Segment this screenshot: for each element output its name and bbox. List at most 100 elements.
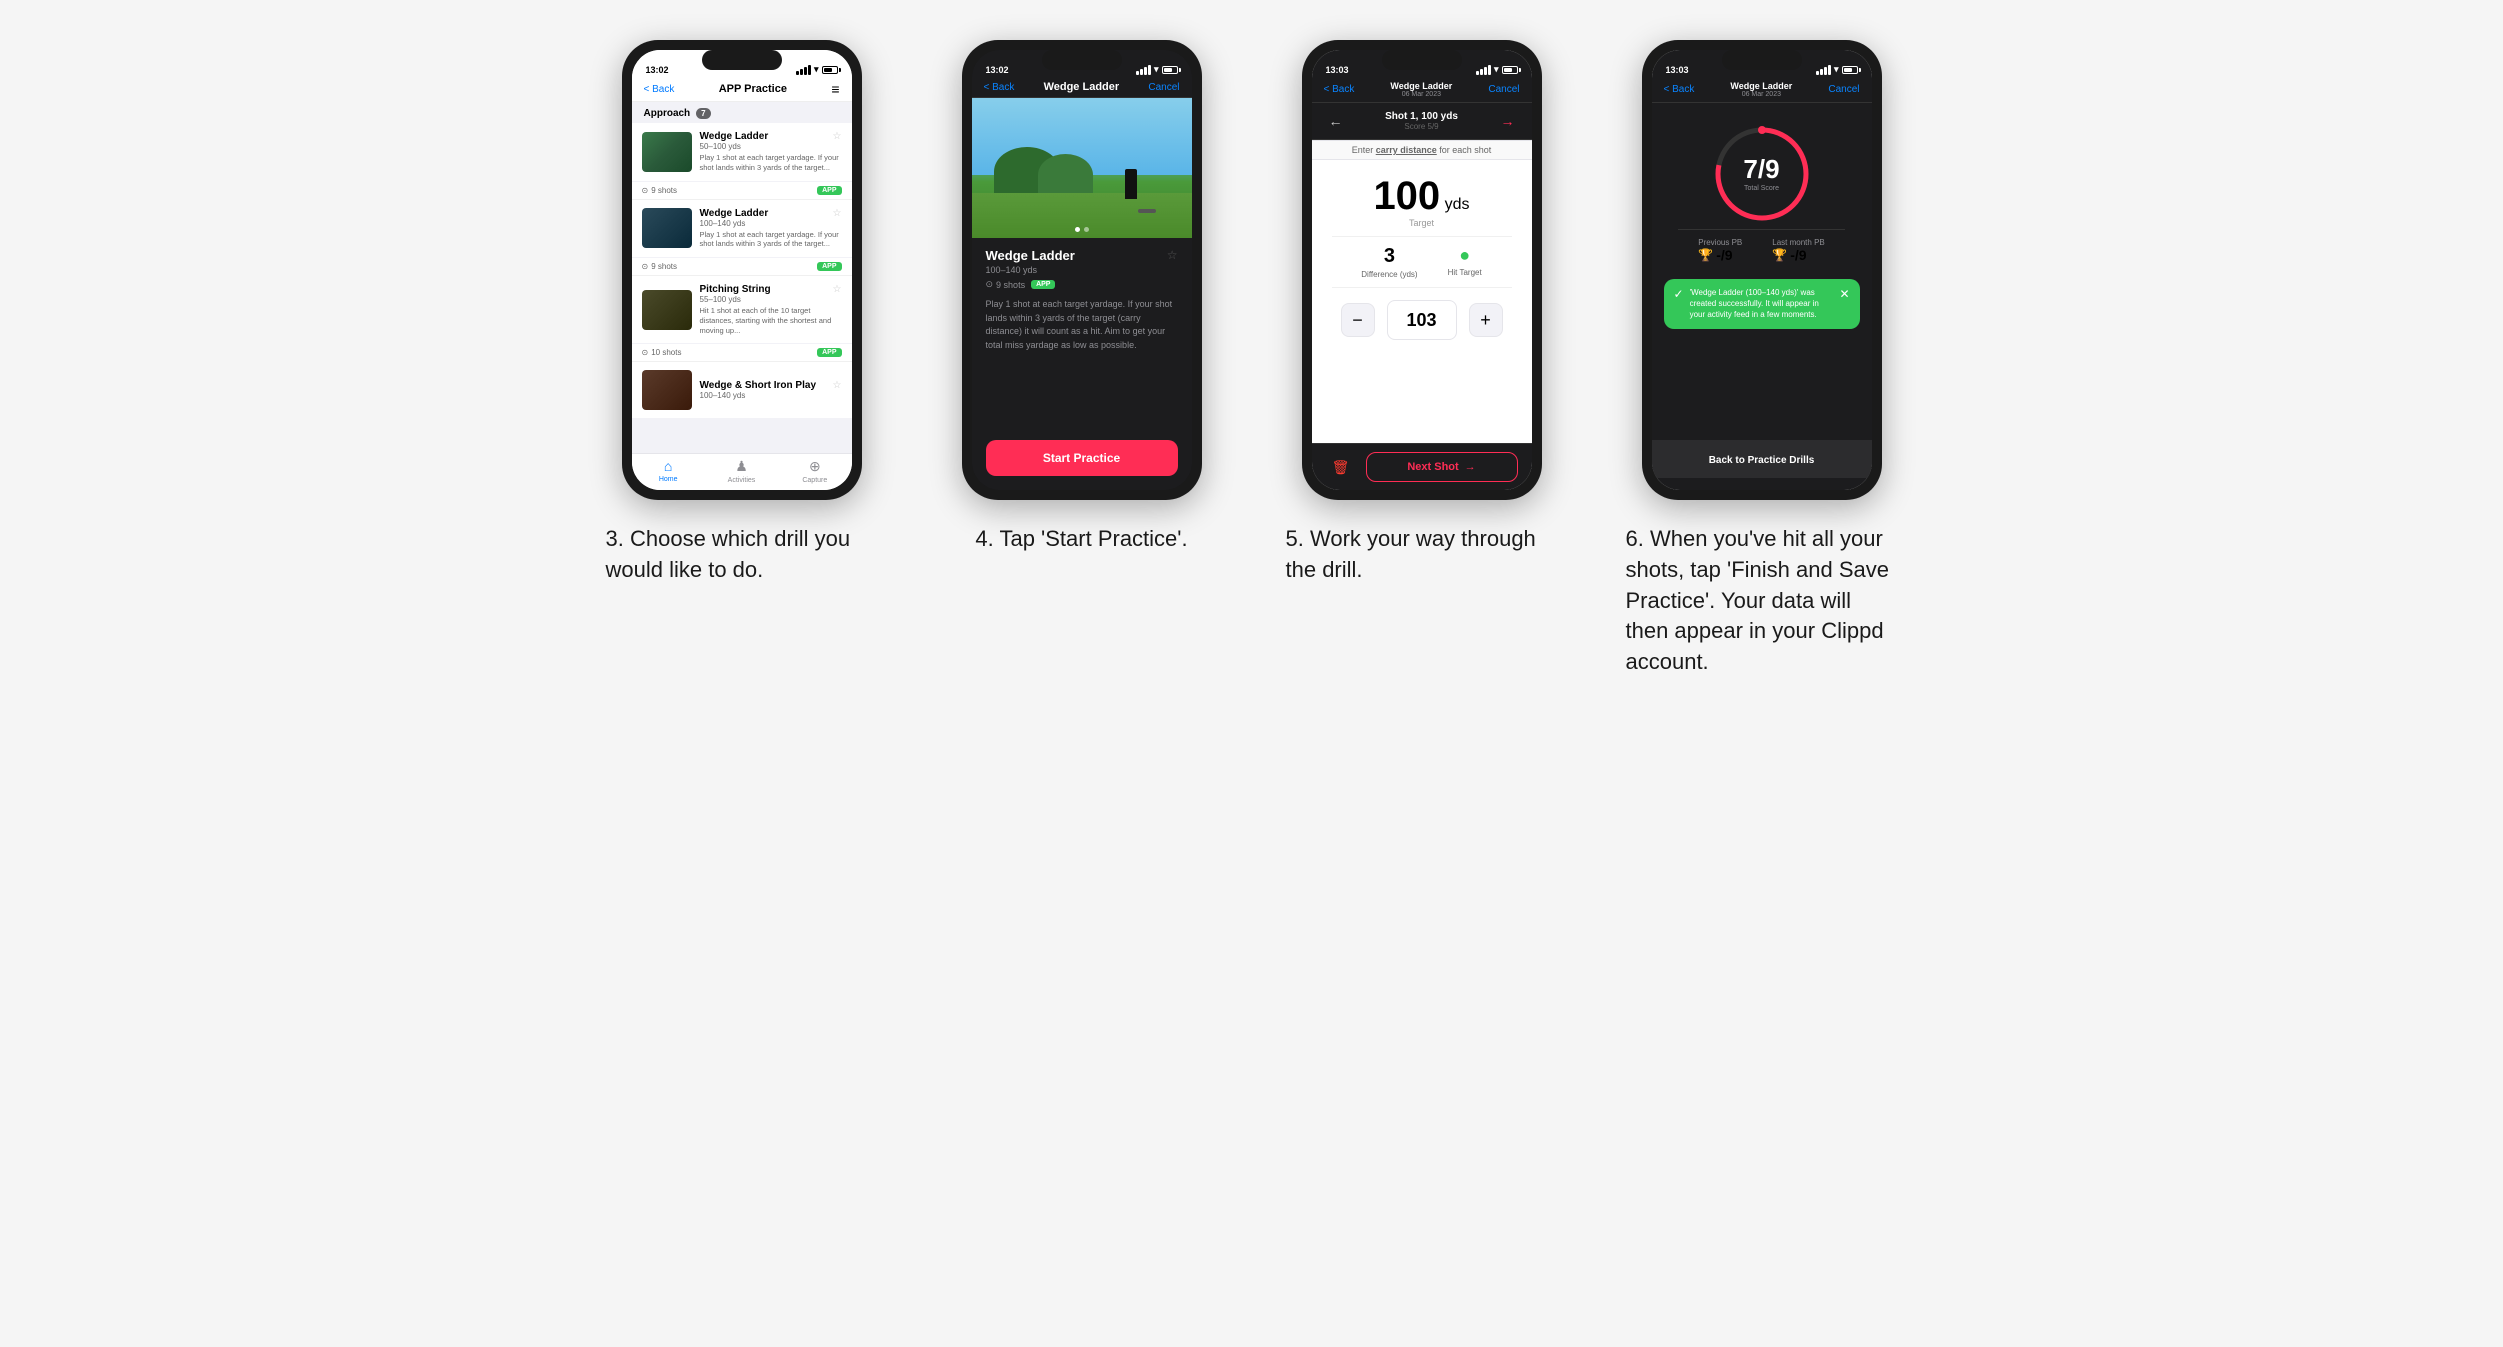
home-icon: ⌂ bbox=[664, 458, 672, 474]
target-label: Target bbox=[1312, 218, 1532, 228]
phone3-drill4[interactable]: Wedge & Short Iron Play ☆ 100–140 yds bbox=[632, 362, 852, 418]
increment-button[interactable]: + bbox=[1469, 303, 1503, 337]
phone3-drill4-range: 100–140 yds bbox=[700, 391, 842, 400]
score-circle-area: 7/9 Total Score Previous PB 🏆 -/9 bbox=[1652, 103, 1872, 490]
previous-pb-value: 🏆 -/9 bbox=[1698, 247, 1742, 263]
back-to-drills-button[interactable]: Back to Practice Drills bbox=[1709, 455, 1815, 466]
phone3-drill2-name: Wedge Ladder bbox=[700, 208, 769, 219]
phone4-card-section: Wedge Ladder ☆ 100–140 yds ⊙ 9 shots APP… bbox=[972, 238, 1192, 430]
phone5-title-block: Wedge Ladder 06 Mar 2023 bbox=[1390, 81, 1452, 98]
phone3-nav: < Back APP Practice ≡ bbox=[632, 77, 852, 102]
p4-signal-bar4 bbox=[1148, 65, 1151, 75]
phone5-nav: < Back Wedge Ladder 06 Mar 2023 Cancel bbox=[1312, 77, 1532, 103]
phone3-section-count: 7 bbox=[696, 108, 710, 119]
carry-instruction: Enter carry distance for each shot bbox=[1312, 140, 1532, 160]
check-icon: ✓ bbox=[1674, 287, 1684, 301]
phone5-body: Enter carry distance for each shot 100 y… bbox=[1312, 140, 1532, 443]
phone3-drill1[interactable]: Wedge Ladder ☆ 50–100 yds Play 1 shot at… bbox=[632, 123, 852, 181]
hit-target-label: Hit Target bbox=[1448, 268, 1482, 277]
golfer-body bbox=[1125, 169, 1137, 199]
start-practice-button[interactable]: Start Practice bbox=[986, 440, 1178, 476]
last-month-pb-value: 🏆 -/9 bbox=[1772, 247, 1824, 263]
phone4-notch bbox=[1042, 50, 1122, 70]
step5-caption: 5. Work your way through the drill. bbox=[1282, 524, 1562, 586]
decrement-button[interactable]: − bbox=[1341, 303, 1375, 337]
phone5-inner: 13:03 ▾ < Back bbox=[1312, 50, 1532, 490]
signal-bar3 bbox=[804, 67, 807, 75]
capture-icon: ⊕ bbox=[809, 458, 821, 475]
phone5-back[interactable]: < Back bbox=[1324, 84, 1355, 95]
next-shot-button[interactable]: Next Shot → bbox=[1366, 452, 1518, 482]
phone5-footer: 🗑 Next Shot → bbox=[1312, 443, 1532, 490]
image-dots bbox=[1075, 227, 1089, 232]
phone3-back[interactable]: < Back bbox=[644, 84, 675, 95]
phone4-cancel[interactable]: Cancel bbox=[1148, 82, 1179, 93]
phone6-status-icons: ▾ bbox=[1816, 64, 1858, 75]
phone6-nav-date: 06 Mar 2023 bbox=[1730, 91, 1792, 98]
tab-activities-label: Activities bbox=[728, 477, 756, 484]
phone4-badge: APP bbox=[1031, 280, 1055, 289]
phone3-drill1-thumb bbox=[642, 132, 692, 172]
delete-shot-button[interactable]: 🗑 bbox=[1326, 452, 1356, 482]
p6-sb4 bbox=[1828, 65, 1831, 75]
phone3-drill2[interactable]: Wedge Ladder ☆ 100–140 yds Play 1 shot a… bbox=[632, 200, 852, 258]
prev-shot-arrow[interactable]: ← bbox=[1324, 109, 1348, 133]
phone4-battery bbox=[1162, 66, 1178, 74]
phone3-drill3-shots: ⊙ 10 shots bbox=[642, 348, 682, 357]
last-month-pb-label: Last month PB bbox=[1772, 238, 1824, 247]
phone3-drill3-range: 55–100 yds bbox=[700, 295, 842, 304]
phone6-cancel[interactable]: Cancel bbox=[1828, 84, 1859, 95]
phone3-drill2-badge: APP bbox=[817, 262, 841, 271]
phone3-menu[interactable]: ≡ bbox=[831, 81, 839, 97]
phone3-drill3-thumb bbox=[642, 290, 692, 330]
tree2 bbox=[1038, 154, 1093, 196]
p5-sb1 bbox=[1476, 71, 1479, 75]
phone4-drill-image bbox=[972, 98, 1192, 238]
phone5-nav-date: 06 Mar 2023 bbox=[1390, 91, 1452, 98]
phone6-nav-title: Wedge Ladder bbox=[1730, 81, 1792, 91]
target-display: 100 yds Target bbox=[1312, 160, 1532, 236]
p5-sb3 bbox=[1484, 67, 1487, 75]
tab-activities[interactable]: ♟ Activities bbox=[705, 458, 778, 484]
phone4-star[interactable]: ☆ bbox=[1167, 248, 1178, 262]
phone5: 13:03 ▾ < Back bbox=[1302, 40, 1542, 500]
previous-pb-label: Previous PB bbox=[1698, 238, 1742, 247]
phone4-back[interactable]: < Back bbox=[984, 82, 1015, 93]
phone6-notch bbox=[1722, 50, 1802, 70]
next-arrow-icon: → bbox=[1465, 461, 1476, 473]
tab-capture[interactable]: ⊕ Capture bbox=[778, 458, 851, 484]
dot1 bbox=[1075, 227, 1080, 232]
phone3-drill1-star[interactable]: ☆ bbox=[833, 131, 842, 142]
result-row: 3 Difference (yds) ● Hit Target bbox=[1332, 236, 1512, 288]
next-shot-arrow[interactable]: → bbox=[1496, 109, 1520, 133]
phone3-drill3-star[interactable]: ☆ bbox=[833, 284, 842, 295]
step3-column: 13:02 ▾ < Back APP P bbox=[592, 40, 892, 586]
target-unit: yds bbox=[1445, 196, 1470, 213]
difference-label: Difference (yds) bbox=[1361, 270, 1417, 279]
tab-home[interactable]: ⌂ Home bbox=[632, 458, 705, 484]
phone3-drill4-star[interactable]: ☆ bbox=[833, 380, 842, 391]
target-value-row: 100 yds bbox=[1312, 176, 1532, 216]
phone5-cancel[interactable]: Cancel bbox=[1488, 84, 1519, 95]
phone4-card-range: 100–140 yds bbox=[986, 265, 1178, 275]
phone3-section-header: Approach 7 bbox=[632, 102, 852, 123]
activities-icon: ♟ bbox=[735, 458, 748, 475]
step5-column: 13:03 ▾ < Back bbox=[1272, 40, 1572, 586]
input-display[interactable]: 103 bbox=[1387, 300, 1457, 340]
toast-close-button[interactable]: ✕ bbox=[1839, 287, 1849, 301]
p6-sb3 bbox=[1824, 67, 1827, 75]
phone3-drill3[interactable]: Pitching String ☆ 55–100 yds Hit 1 shot … bbox=[632, 276, 852, 343]
phone5-signal bbox=[1476, 65, 1491, 75]
phone3: 13:02 ▾ < Back APP P bbox=[622, 40, 862, 500]
phone4: 13:02 ▾ < Back Wedge bbox=[962, 40, 1202, 500]
phone3-drill2-star[interactable]: ☆ bbox=[833, 208, 842, 219]
shot-nav-center: Shot 1, 100 yds Score 5/9 bbox=[1385, 111, 1458, 131]
phone3-drill4-info: Wedge & Short Iron Play ☆ 100–140 yds bbox=[700, 380, 842, 400]
phone4-shots-row: ⊙ 9 shots APP bbox=[986, 279, 1178, 290]
step6-caption: 6. When you've hit all your shots, tap '… bbox=[1622, 524, 1902, 678]
phone3-drill1-name: Wedge Ladder bbox=[700, 131, 769, 142]
phone3-drill1-shots: ⊙ 9 shots bbox=[642, 186, 678, 195]
p4-signal-bar2 bbox=[1140, 69, 1143, 75]
previous-pb: Previous PB 🏆 -/9 bbox=[1698, 238, 1742, 263]
phone6-back[interactable]: < Back bbox=[1664, 84, 1695, 95]
